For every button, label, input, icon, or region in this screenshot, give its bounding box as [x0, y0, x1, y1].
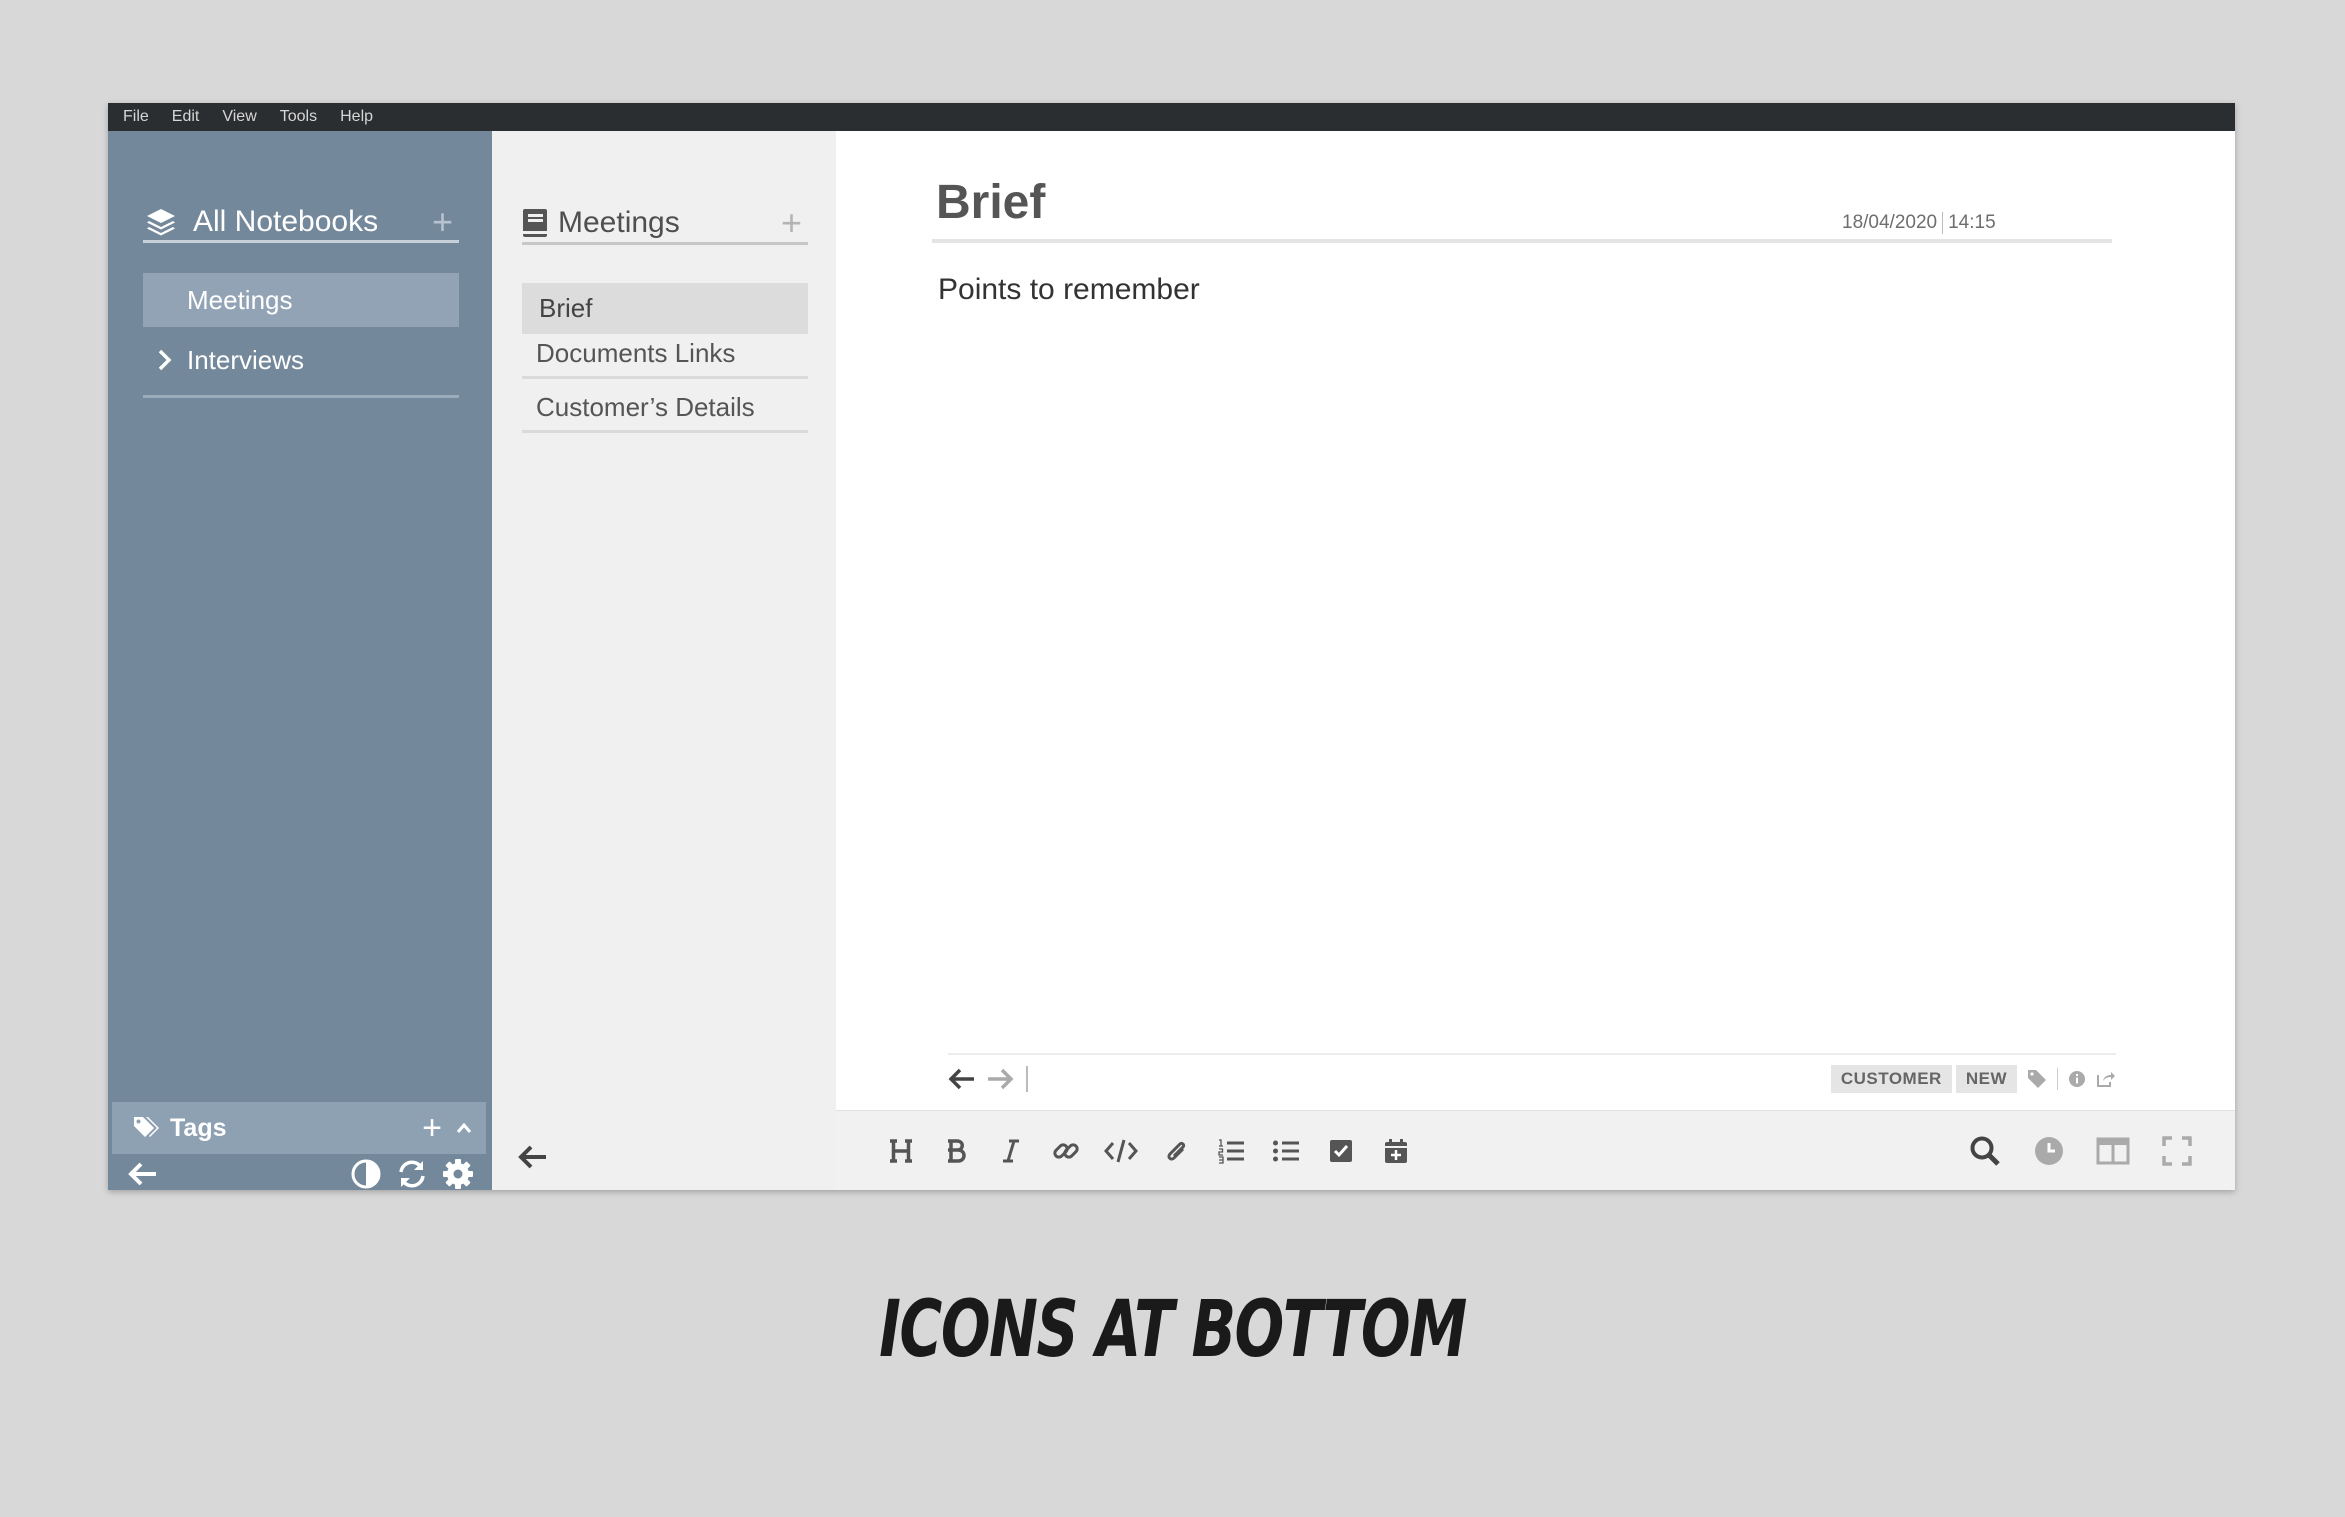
- text-cursor: [1026, 1066, 1028, 1092]
- title-divider: [932, 239, 2112, 243]
- heading-icon[interactable]: [873, 1126, 928, 1176]
- layers-icon: [145, 206, 177, 238]
- menu-view[interactable]: View: [222, 108, 256, 126]
- history-forward-icon[interactable]: [986, 1067, 1014, 1091]
- tags-label: Tags: [170, 1113, 227, 1142]
- notebooks-header: All Notebooks +: [143, 203, 459, 243]
- add-notebook-button[interactable]: +: [432, 203, 453, 240]
- notebook-icon: [522, 208, 548, 238]
- info-icon[interactable]: [2068, 1070, 2086, 1088]
- sidebar-item-label: Interviews: [187, 345, 305, 375]
- clock-icon[interactable]: [2017, 1126, 2081, 1176]
- italic-icon[interactable]: [983, 1126, 1038, 1176]
- bullet-list-icon[interactable]: [1258, 1126, 1313, 1176]
- settings-gear-icon[interactable]: [442, 1158, 474, 1190]
- notebooks-sidebar: All Notebooks + Meetings Interviews Tags…: [108, 131, 492, 1190]
- sidebar-bottom-bar: [112, 1157, 486, 1190]
- nav-divider: [948, 1053, 2116, 1055]
- add-note-button[interactable]: +: [781, 204, 802, 241]
- add-tag-button[interactable]: +: [422, 1111, 442, 1145]
- notes-header: Meetings +: [522, 203, 808, 245]
- tag-chip-new[interactable]: NEW: [1955, 1065, 2017, 1093]
- theme-toggle-icon[interactable]: [350, 1158, 382, 1190]
- app-window: File Edit View Tools Help All Notebooks …: [108, 103, 2235, 1190]
- note-meta: 18/04/2020 14:15: [1842, 212, 1996, 234]
- sidebar-divider: [143, 395, 459, 398]
- note-date: 18/04/2020: [1842, 212, 1938, 233]
- fullscreen-icon[interactable]: [2145, 1126, 2209, 1176]
- history-back-icon[interactable]: [948, 1067, 976, 1091]
- sidebar-item-interviews[interactable]: Interviews: [143, 335, 459, 385]
- note-item-brief[interactable]: Brief: [522, 283, 808, 334]
- menu-help[interactable]: Help: [340, 108, 373, 126]
- page-caption: ICONS AT BOTTOM: [879, 1285, 1467, 1375]
- search-icon[interactable]: [1953, 1126, 2017, 1176]
- menu-edit[interactable]: Edit: [172, 108, 200, 126]
- back-arrow-icon[interactable]: [518, 1144, 548, 1170]
- chevron-right-icon[interactable]: [143, 349, 187, 371]
- tags-bar[interactable]: Tags +: [112, 1102, 486, 1154]
- notes-list-panel: Meetings + Brief Documents Links Custome…: [492, 131, 836, 1190]
- note-title[interactable]: Brief: [936, 175, 1045, 230]
- attachment-icon[interactable]: [1148, 1126, 1203, 1176]
- link-icon[interactable]: [1038, 1126, 1093, 1176]
- history-tags-row: CUSTOMER NEW: [948, 1061, 2116, 1097]
- calendar-add-icon[interactable]: [1368, 1126, 1423, 1176]
- tags-icon: [132, 1115, 160, 1141]
- note-item-customers-details[interactable]: Customer’s Details: [522, 382, 808, 433]
- share-icon[interactable]: [2096, 1070, 2116, 1088]
- editor-toolbar: [836, 1110, 2235, 1190]
- chevron-up-icon[interactable]: [456, 1122, 472, 1134]
- tag-chip-customer[interactable]: CUSTOMER: [1830, 1065, 1952, 1093]
- sidebar-item-meetings[interactable]: Meetings: [143, 273, 459, 327]
- menu-tools[interactable]: Tools: [280, 108, 317, 126]
- note-item-documents-links[interactable]: Documents Links: [522, 328, 808, 379]
- sync-icon[interactable]: [396, 1158, 428, 1190]
- notes-title: Meetings: [558, 205, 680, 239]
- note-body[interactable]: Points to remember: [938, 273, 1200, 307]
- note-time: 14:15: [1948, 212, 1996, 233]
- tag-icon[interactable]: [2027, 1069, 2047, 1089]
- checkbox-icon[interactable]: [1313, 1126, 1368, 1176]
- split-view-icon[interactable]: [2081, 1126, 2145, 1176]
- notebooks-title: All Notebooks: [193, 204, 379, 238]
- ordered-list-icon[interactable]: [1203, 1126, 1258, 1176]
- menubar: File Edit View Tools Help: [108, 103, 2235, 131]
- code-icon[interactable]: [1093, 1126, 1148, 1176]
- back-arrow-icon[interactable]: [128, 1161, 158, 1187]
- note-editor: Brief 18/04/2020 14:15 Points to remembe…: [836, 131, 2235, 1190]
- bold-icon[interactable]: [928, 1126, 983, 1176]
- menu-file[interactable]: File: [123, 108, 149, 126]
